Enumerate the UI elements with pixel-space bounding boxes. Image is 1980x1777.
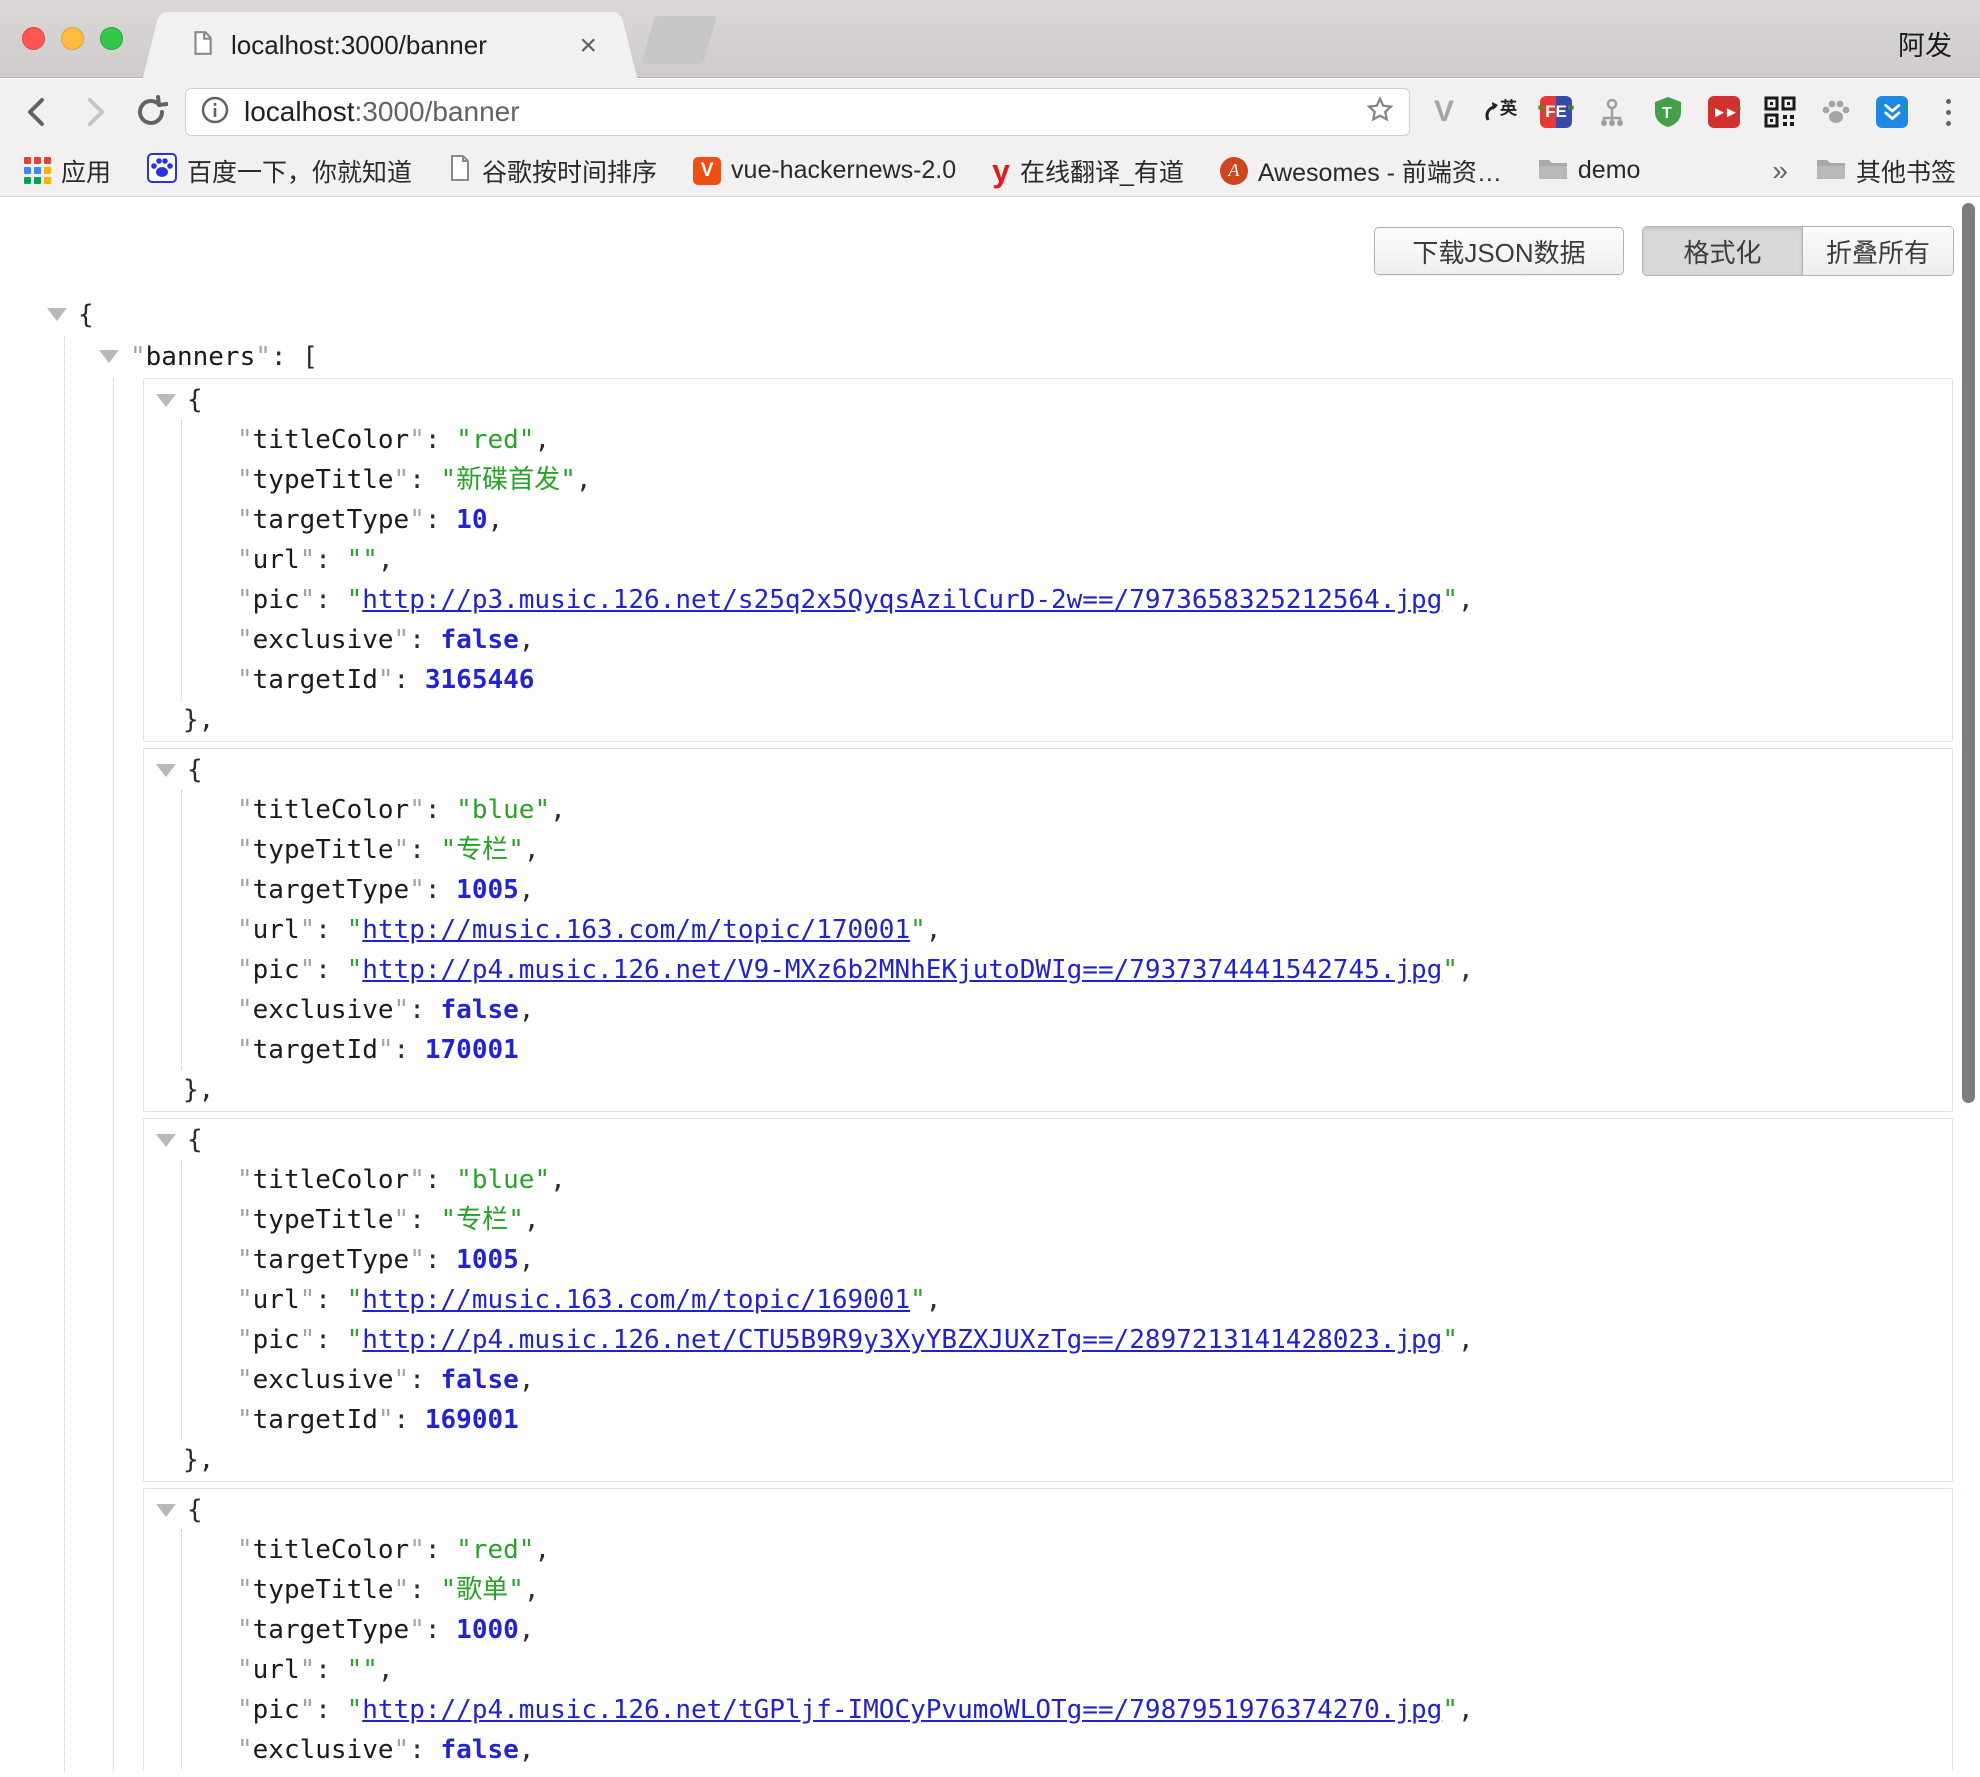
window-controls — [22, 27, 123, 50]
url-path: :3000/banner — [355, 96, 520, 128]
field-targetType: targetType: 1000, — [237, 1610, 1952, 1650]
field-targetId: targetId: 170001 — [237, 1030, 1952, 1070]
minimize-window-button[interactable] — [61, 27, 84, 50]
tab-title: localhost:3000/banner — [231, 30, 579, 61]
sitemap-extension-icon[interactable] — [1594, 94, 1630, 130]
field-pic: pic: http://p3.music.126.net/s25q2x5Qyqs… — [237, 580, 1952, 620]
field-targetType: targetType: 1005, — [237, 870, 1952, 910]
field-url: url: , — [237, 1650, 1952, 1690]
info-icon[interactable] — [200, 95, 230, 130]
apps-shortcut[interactable]: 应用 — [24, 153, 111, 189]
banner-object: { titleColor: blue, typeTitle: 专栏, targe… — [143, 748, 1953, 1112]
zoom-window-button[interactable] — [100, 27, 123, 50]
bookmark-vue-hackernews[interactable]: V vue-hackernews-2.0 — [693, 156, 956, 185]
json-link[interactable]: http://p4.music.126.net/CTU5B9R9y3XyYBZX… — [362, 1325, 1442, 1355]
banner-object: { titleColor: blue, typeTitle: 专栏, targe… — [143, 1118, 1953, 1482]
field-url: url: , — [237, 540, 1952, 580]
field-targetType: targetType: 10, — [237, 500, 1952, 540]
back-button[interactable] — [14, 89, 60, 135]
json-link[interactable]: http://music.163.com/m/topic/170001 — [362, 915, 910, 945]
field-exclusive: exclusive: false, — [237, 1730, 1952, 1770]
field-pic: pic: http://p4.music.126.net/V9-MXz6b2MN… — [237, 950, 1952, 990]
field-targetId: targetId: 3165446 — [237, 660, 1952, 700]
download-manager-icon[interactable] — [1874, 94, 1910, 130]
fe-extension-icon[interactable]: FE — [1538, 94, 1574, 130]
other-bookmarks-folder[interactable]: 其他书签 — [1816, 153, 1956, 189]
field-titleColor: titleColor: red, — [237, 1530, 1952, 1570]
extensions-row: V 英 FE T ►► — [1426, 89, 1966, 135]
json-link[interactable]: http://music.163.com/m/topic/169001 — [362, 1285, 910, 1315]
field-exclusive: exclusive: false, — [237, 1360, 1952, 1400]
page-icon — [189, 30, 215, 61]
vue-devtools-icon[interactable]: V — [1426, 94, 1462, 130]
field-url: url: http://music.163.com/m/topic/170001… — [237, 910, 1952, 950]
apps-grid-icon — [24, 157, 51, 184]
browser-toolbar: localhost:3000/banner V 英 FE T ►► — [0, 79, 1980, 145]
translate-extension-icon[interactable]: 英 — [1482, 94, 1518, 130]
json-viewer: { banners: [ { titleColor: red, typeTitl… — [0, 197, 1980, 1777]
collapse-icon[interactable] — [156, 1134, 176, 1147]
banner-object: { titleColor: red, typeTitle: 歌单, target… — [143, 1488, 1953, 1771]
address-bar[interactable]: localhost:3000/banner — [185, 88, 1410, 136]
new-tab-button[interactable] — [641, 16, 717, 64]
bookmark-star-icon[interactable] — [1365, 95, 1395, 130]
menu-icon[interactable] — [1930, 94, 1966, 130]
fast-forward-extension-icon[interactable]: ►► — [1706, 94, 1742, 130]
shield-extension-icon[interactable]: T — [1650, 94, 1686, 130]
field-typeTitle: typeTitle: 专栏, — [237, 830, 1952, 870]
profile-name[interactable]: 阿发 — [1898, 24, 1952, 63]
field-exclusive: exclusive: false, — [237, 620, 1952, 660]
json-link[interactable]: http://p4.music.126.net/tGPljf-IMOCyPvum… — [362, 1695, 1442, 1725]
bookmark-folder-demo[interactable]: demo — [1538, 156, 1641, 185]
url-host: localhost — [244, 96, 355, 128]
field-pic: pic: http://p4.music.126.net/tGPljf-IMOC… — [237, 1690, 1952, 1730]
youdao-y-icon: y — [992, 157, 1010, 185]
collapse-icon[interactable] — [47, 308, 67, 321]
collapse-icon[interactable] — [156, 1504, 176, 1517]
paw-extension-icon[interactable] — [1818, 94, 1854, 130]
svg-text:英: 英 — [1500, 98, 1518, 118]
collapse-icon[interactable] — [99, 350, 119, 363]
banner-object: { titleColor: red, typeTitle: 新碟首发, targ… — [143, 378, 1953, 742]
field-titleColor: titleColor: blue, — [237, 1160, 1952, 1200]
collapse-icon[interactable] — [156, 764, 176, 777]
field-targetId: targetId: 169001 — [237, 1400, 1952, 1440]
svg-text:T: T — [1662, 105, 1672, 122]
awesomes-icon: A — [1220, 157, 1248, 185]
forward-button[interactable] — [72, 89, 118, 135]
bookmarks-overflow-chevron[interactable]: » — [1772, 155, 1788, 187]
reload-button[interactable] — [128, 89, 174, 135]
json-banners-line: banners: [ — [130, 336, 1953, 378]
json-link[interactable]: http://p4.music.126.net/V9-MXz6b2MNhEKju… — [362, 955, 1442, 985]
bookmark-baidu[interactable]: 百度一下，你就知道 — [147, 153, 412, 189]
field-typeTitle: typeTitle: 新碟首发, — [237, 460, 1952, 500]
qr-code-icon[interactable] — [1762, 94, 1798, 130]
browser-tab[interactable]: localhost:3000/banner × — [165, 12, 615, 79]
field-url: url: http://music.163.com/m/topic/169001… — [237, 1280, 1952, 1320]
json-root-open: { — [78, 294, 1953, 336]
bookmark-youdao-translate[interactable]: y 在线翻译_有道 — [992, 153, 1184, 189]
baidu-paw-icon — [147, 153, 177, 188]
tab-close-icon[interactable]: × — [579, 31, 597, 61]
field-typeTitle: typeTitle: 歌单, — [237, 1570, 1952, 1610]
json-link[interactable]: http://p3.music.126.net/s25q2x5QyqsAzilC… — [362, 585, 1442, 615]
vue-icon: V — [693, 157, 721, 185]
field-exclusive: exclusive: false, — [237, 990, 1952, 1030]
field-pic: pic: http://p4.music.126.net/CTU5B9R9y3X… — [237, 1320, 1952, 1360]
field-targetType: targetType: 1005, — [237, 1240, 1952, 1280]
tab-strip: localhost:3000/banner × 阿发 — [0, 0, 1980, 78]
folder-icon — [1816, 156, 1846, 185]
bookmark-google-sort[interactable]: 谷歌按时间排序 — [448, 153, 657, 189]
folder-icon — [1538, 156, 1568, 185]
collapse-icon[interactable] — [156, 394, 176, 407]
bookmarks-bar: 应用 百度一下，你就知道 谷歌按时间排序 V vue-hackernews-2.… — [0, 145, 1980, 197]
close-window-button[interactable] — [22, 27, 45, 50]
field-titleColor: titleColor: red, — [237, 420, 1952, 460]
bookmark-awesomes[interactable]: A Awesomes - 前端资… — [1220, 153, 1502, 189]
field-typeTitle: typeTitle: 专栏, — [237, 1200, 1952, 1240]
page-icon — [448, 155, 472, 186]
field-titleColor: titleColor: blue, — [237, 790, 1952, 830]
